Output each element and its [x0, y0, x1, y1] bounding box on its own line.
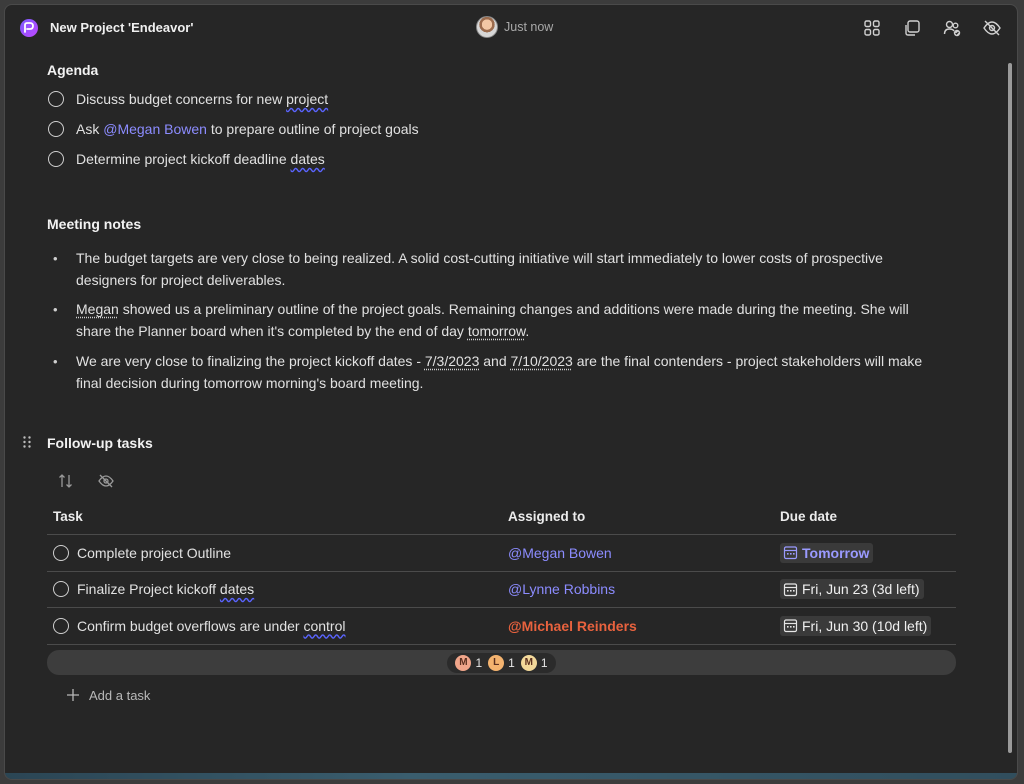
agenda-item: Ask @Megan Bowen to prepare outline of p…	[48, 121, 419, 137]
assignee-avatar: M	[455, 654, 472, 671]
loop-logo-icon	[20, 19, 38, 37]
note-bullet[interactable]: Megan showed us a preliminary outline of…	[53, 299, 943, 342]
agenda-item-text[interactable]: Determine project kickoff deadline dates	[76, 151, 325, 167]
apps-grid-icon	[864, 20, 880, 36]
assignee-count-chip[interactable]: M 1	[455, 654, 482, 671]
scroll-thumb[interactable]	[1008, 63, 1012, 753]
sort-button[interactable]	[55, 470, 77, 492]
add-task-button[interactable]: Add a task	[65, 687, 150, 703]
table-row: Confirm budget overflows are under contr…	[47, 608, 956, 645]
table-row: Complete project Outline @Megan Bowen To…	[47, 535, 956, 572]
table-header: Task Assigned to Due date	[47, 499, 956, 535]
copy-component-icon	[905, 20, 920, 36]
table-row: Finalize Project kickoff dates @Lynne Ro…	[47, 572, 956, 608]
assignee-avatar: L	[488, 654, 505, 671]
agenda-checkbox[interactable]	[48, 91, 64, 107]
tasks-table: Task Assigned to Due date Complete proje…	[47, 499, 956, 645]
meeting-notes-heading: Meeting notes	[47, 216, 142, 232]
hide-button[interactable]	[981, 17, 1003, 39]
vertical-scrollbar[interactable]	[1007, 63, 1013, 753]
column-header-assigned[interactable]: Assigned to	[505, 509, 777, 524]
people-settings-icon	[943, 20, 961, 37]
agenda-item: Discuss budget concerns for new project	[48, 91, 328, 107]
follow-up-tasks-heading: Follow-up tasks	[47, 435, 153, 451]
task-title[interactable]: Finalize Project kickoff dates	[77, 581, 254, 597]
sort-icon	[59, 474, 72, 488]
eye-off-icon	[98, 474, 114, 488]
column-header-task[interactable]: Task	[47, 509, 505, 524]
due-date-pill[interactable]: Fri, Jun 30 (10d left)	[780, 615, 932, 636]
assignee-avatar: M	[520, 654, 537, 671]
assignment-summary[interactable]: M 1 L 1 M 1	[447, 652, 556, 673]
plus-icon	[67, 689, 79, 701]
agenda-item: Determine project kickoff deadline dates	[48, 151, 325, 167]
note-bullet[interactable]: We are very close to finalizing the proj…	[53, 351, 943, 394]
assignee-mention[interactable]: @Megan Bowen	[508, 545, 612, 561]
presence-indicator[interactable]: Just now	[476, 16, 553, 38]
task-title[interactable]: Confirm budget overflows are under contr…	[77, 618, 345, 634]
due-date-pill[interactable]: Fri, Jun 23 (3d left)	[780, 579, 924, 599]
loop-window: New Project 'Endeavor' Just now Agenda D…	[4, 4, 1018, 780]
assignee-count-chip[interactable]: L 1	[488, 654, 515, 671]
eye-off-icon	[983, 20, 1001, 36]
column-header-due[interactable]: Due date	[777, 509, 956, 524]
mention-link[interactable]: @Megan Bowen	[103, 121, 207, 137]
calendar-icon	[783, 546, 798, 560]
task-title[interactable]: Complete project Outline	[77, 545, 231, 561]
calendar-icon	[783, 582, 798, 596]
last-edited-text: Just now	[504, 20, 554, 34]
task-checkbox[interactable]	[53, 617, 69, 634]
components-button[interactable]	[861, 17, 883, 39]
assignee-count-chip[interactable]: M 1	[520, 654, 548, 671]
title-bar: New Project 'Endeavor' Just now	[5, 5, 1017, 51]
due-date-pill[interactable]: Tomorrow	[780, 542, 874, 563]
agenda-item-text[interactable]: Ask @Megan Bowen to prepare outline of p…	[76, 121, 419, 137]
assignment-summary-bar: M 1 L 1 M 1	[47, 650, 956, 675]
table-toolbar	[55, 470, 117, 492]
collaborator-avatar[interactable]	[476, 16, 498, 38]
drag-handle-icon[interactable]	[22, 435, 32, 449]
calendar-icon	[783, 619, 798, 633]
agenda-item-text[interactable]: Discuss budget concerns for new project	[76, 91, 328, 107]
document-title: New Project 'Endeavor'	[50, 20, 194, 35]
assignee-mention[interactable]: @Lynne Robbins	[508, 581, 615, 597]
task-checkbox[interactable]	[53, 544, 69, 561]
hide-completed-button[interactable]	[95, 470, 117, 492]
agenda-heading: Agenda	[47, 62, 99, 78]
agenda-checkbox[interactable]	[48, 121, 64, 137]
agenda-checkbox[interactable]	[48, 151, 64, 167]
copy-component-button[interactable]	[901, 17, 923, 39]
task-checkbox[interactable]	[53, 581, 69, 598]
assignee-mention[interactable]: @Michael Reinders	[508, 618, 637, 634]
title-actions	[861, 17, 1003, 39]
note-bullet[interactable]: The budget targets are very close to bei…	[53, 248, 943, 291]
share-button[interactable]	[941, 17, 963, 39]
